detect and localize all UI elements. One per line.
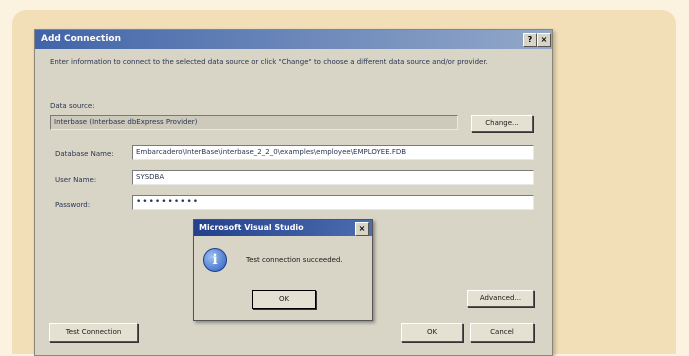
advanced-button[interactable]: Advanced... (467, 290, 534, 307)
ok-button[interactable]: OK (401, 323, 463, 342)
help-icon[interactable]: ? (523, 33, 537, 47)
change-button[interactable]: Change... (471, 115, 533, 132)
data-source-field: Interbase (Interbase dbExpress Provider) (50, 115, 458, 130)
message-box-titlebar: Microsoft Visual Studio (194, 220, 372, 236)
dialog-titlebar: Add Connection (35, 30, 552, 49)
message-close-icon[interactable]: × (355, 222, 369, 236)
database-name-input[interactable]: Embarcadero\InterBase\interbase_2_2_0\ex… (132, 145, 534, 160)
instructions-text: Enter information to connect to the sele… (50, 58, 488, 66)
password-label: Password: (55, 201, 91, 209)
database-name-label: Database Name: (55, 150, 114, 158)
data-source-label: Data source: (50, 102, 95, 110)
password-input[interactable]: •••••••••• (132, 195, 534, 210)
info-icon: i (203, 248, 227, 272)
user-name-input[interactable]: SYSDBA (132, 170, 534, 185)
cancel-button[interactable]: Cancel (470, 323, 534, 342)
message-ok-button[interactable]: OK (252, 290, 316, 309)
test-connection-button[interactable]: Test Connection (49, 323, 138, 342)
message-box: Microsoft Visual Studio × i Test connect… (193, 219, 373, 321)
dialog-title: Add Connection (41, 34, 122, 44)
message-text: Test connection succeeded. (246, 256, 343, 264)
close-icon[interactable]: × (537, 33, 551, 47)
message-box-title: Microsoft Visual Studio (199, 223, 304, 232)
user-name-label: User Name: (55, 176, 97, 184)
